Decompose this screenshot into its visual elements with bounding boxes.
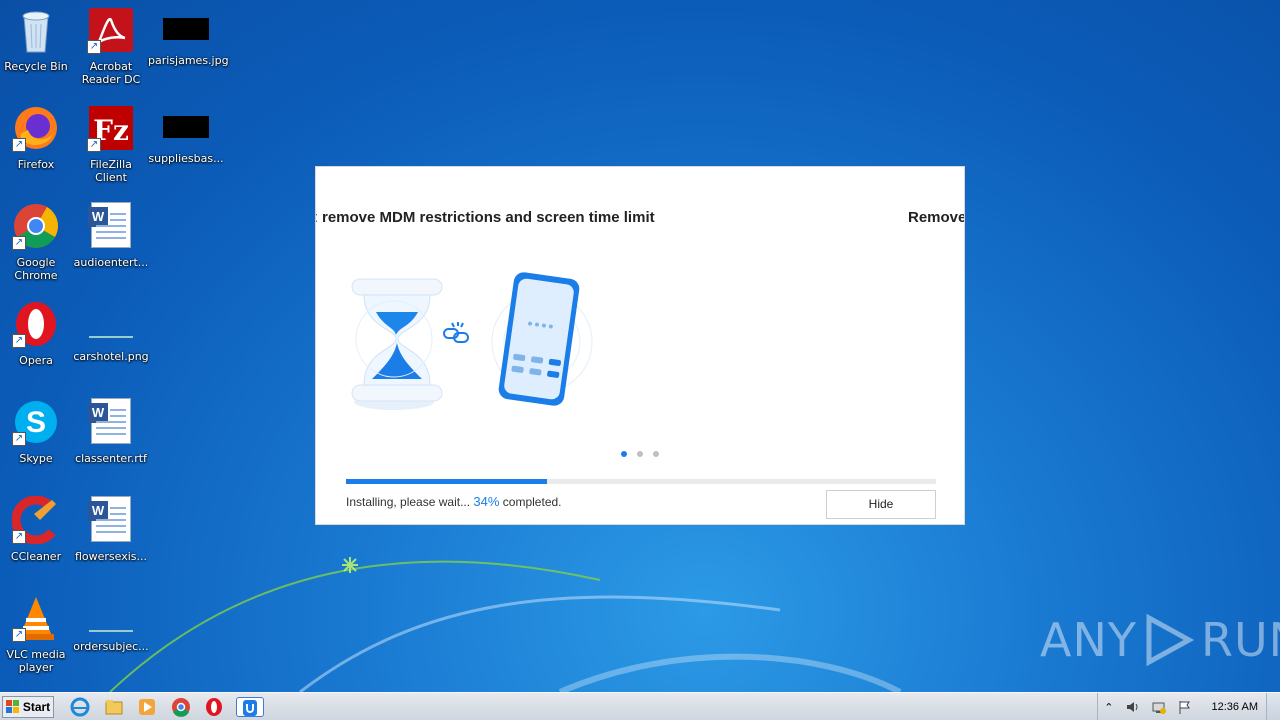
start-button[interactable]: Start	[2, 696, 54, 718]
tray-chevron-icon[interactable]: ⌃	[1104, 701, 1113, 714]
desktop-icon-label: suppliesbas...	[148, 152, 224, 165]
link-icon	[443, 322, 469, 343]
start-label: Start	[22, 700, 51, 714]
image-file-icon	[89, 308, 133, 338]
installer-app-icon[interactable]	[236, 697, 264, 717]
desktop-icon-label: parisjames.jpg	[148, 54, 229, 67]
recycle-bin-icon	[12, 6, 60, 54]
chrome-icon: ↗	[12, 202, 60, 250]
desktop-icon-label: FileZilla Client	[90, 158, 132, 184]
vlc-icon: ↗	[12, 594, 60, 642]
slide-dot-1[interactable]	[621, 451, 627, 457]
image-file-icon	[163, 116, 209, 138]
desktop-icon-ordersubjec[interactable]: ordersubjec...	[73, 594, 149, 653]
status-suffix: completed.	[502, 495, 562, 509]
desktop-icon-label: carshotel.png	[73, 350, 149, 363]
network-icon[interactable]	[1151, 699, 1167, 715]
status-prefix: Installing, please wait...	[346, 495, 471, 509]
hourglass-icon	[351, 278, 443, 410]
desktop-icon-suppliesbas[interactable]: suppliesbas...	[148, 104, 224, 165]
explorer-icon[interactable]	[104, 697, 124, 717]
image-file-icon	[163, 18, 209, 40]
desktop-icon-label: flowersexis...	[74, 550, 148, 563]
taskbar-clock[interactable]: 12:36 AM	[1212, 701, 1258, 713]
desktop-icon-opera[interactable]: ↗ Opera	[0, 300, 74, 367]
desktop-icon-label: audioentert...	[73, 256, 149, 269]
desktop-icon-filezilla[interactable]: Fz ↗ FileZilla Client	[73, 104, 149, 184]
watermark-text-right: RUN	[1200, 613, 1280, 667]
desktop-icon-label: Opera	[19, 354, 53, 367]
ie-icon[interactable]	[70, 697, 90, 717]
slide-indicator	[621, 451, 659, 457]
image-file-icon	[89, 602, 133, 632]
desktop-icon-label: Skype	[19, 452, 53, 465]
word-doc-icon: W	[88, 496, 131, 542]
anyrun-watermark: ANY RUN	[1040, 612, 1280, 668]
opera-icon[interactable]	[204, 697, 224, 717]
desktop-icon-label: ordersubjec...	[73, 640, 149, 653]
desktop-icon-google-chrome[interactable]: ↗ Google Chrome	[0, 202, 74, 282]
word-doc-icon: W	[88, 398, 131, 444]
desktop-icon-skype[interactable]: S ↗ Skype	[0, 398, 74, 465]
show-desktop-button[interactable]	[1266, 693, 1280, 720]
status-percent: 34%	[473, 494, 500, 509]
phone-icon	[491, 272, 593, 406]
hide-button[interactable]: Hide	[826, 490, 936, 519]
install-progress-fill	[346, 479, 547, 484]
desktop-icon-ccleaner[interactable]: ↗ CCleaner	[0, 495, 74, 563]
acrobat-icon: ↗	[87, 6, 135, 54]
desktop-icon-firefox[interactable]: ↗ Firefox	[0, 104, 74, 171]
desktop-icon-recycle-bin[interactable]: Recycle Bin	[0, 6, 74, 73]
slide-title: remove MDM restrictions and screen time …	[322, 209, 655, 226]
media-player-icon[interactable]	[137, 697, 157, 717]
installer-dialog: t remove MDM restrictions and screen tim…	[315, 166, 965, 525]
desktop-icon-label: Recycle Bin	[4, 60, 68, 73]
desktop-icon-acrobat[interactable]: ↗ Acrobat Reader DC	[73, 6, 149, 86]
action-center-flag-icon[interactable]	[1177, 699, 1193, 715]
desktop-icon-label: VLC media player	[6, 648, 66, 674]
ccleaner-icon: ↗	[11, 495, 60, 545]
svg-text:S: S	[26, 406, 46, 439]
firefox-icon: ↗	[12, 104, 60, 152]
word-doc-icon: W	[88, 202, 131, 248]
desktop-icon-label: classenter.rtf	[75, 452, 147, 465]
chrome-icon[interactable]	[171, 697, 191, 717]
desktop-icon-classenter[interactable]: W classenter.rtf	[73, 398, 149, 465]
desktop-icon-label: Acrobat Reader DC	[81, 60, 141, 86]
desktop-icon-parisjames[interactable]: parisjames.jpg	[148, 6, 229, 67]
windows-logo-icon	[5, 700, 19, 713]
filezilla-icon: Fz ↗	[87, 104, 135, 152]
slide-illustration	[351, 272, 593, 410]
opera-icon: ↗	[12, 300, 60, 348]
desktop-icon-label: CCleaner	[10, 550, 62, 563]
slide-dot-2[interactable]	[637, 451, 643, 457]
watermark-text-left: ANY	[1040, 613, 1137, 667]
play-icon	[1146, 613, 1195, 667]
install-status: Installing, please wait... 34% completed…	[346, 494, 562, 509]
slide-title-prev: t	[316, 209, 317, 226]
install-progress-bar	[346, 479, 936, 484]
desktop-icon-flowersexis[interactable]: W flowersexis...	[73, 496, 149, 563]
desktop-icon-label: Google Chrome	[14, 256, 58, 282]
desktop-icon-carshotel[interactable]: carshotel.png	[73, 300, 149, 363]
volume-icon[interactable]	[1125, 699, 1141, 715]
desktop-icon-audioentert[interactable]: W audioentert...	[73, 202, 149, 269]
taskbar: Start ⌃ 12:36 AM	[0, 692, 1280, 720]
system-tray: ⌃ 12:36 AM	[1097, 693, 1280, 720]
slide-title-next: Remove	[908, 209, 965, 226]
desktop-icon-vlc[interactable]: ↗ VLC media player	[0, 594, 74, 674]
desktop-icon-label: Firefox	[17, 158, 55, 171]
slide-dot-3[interactable]	[653, 451, 659, 457]
skype-icon: S ↗	[12, 398, 60, 446]
